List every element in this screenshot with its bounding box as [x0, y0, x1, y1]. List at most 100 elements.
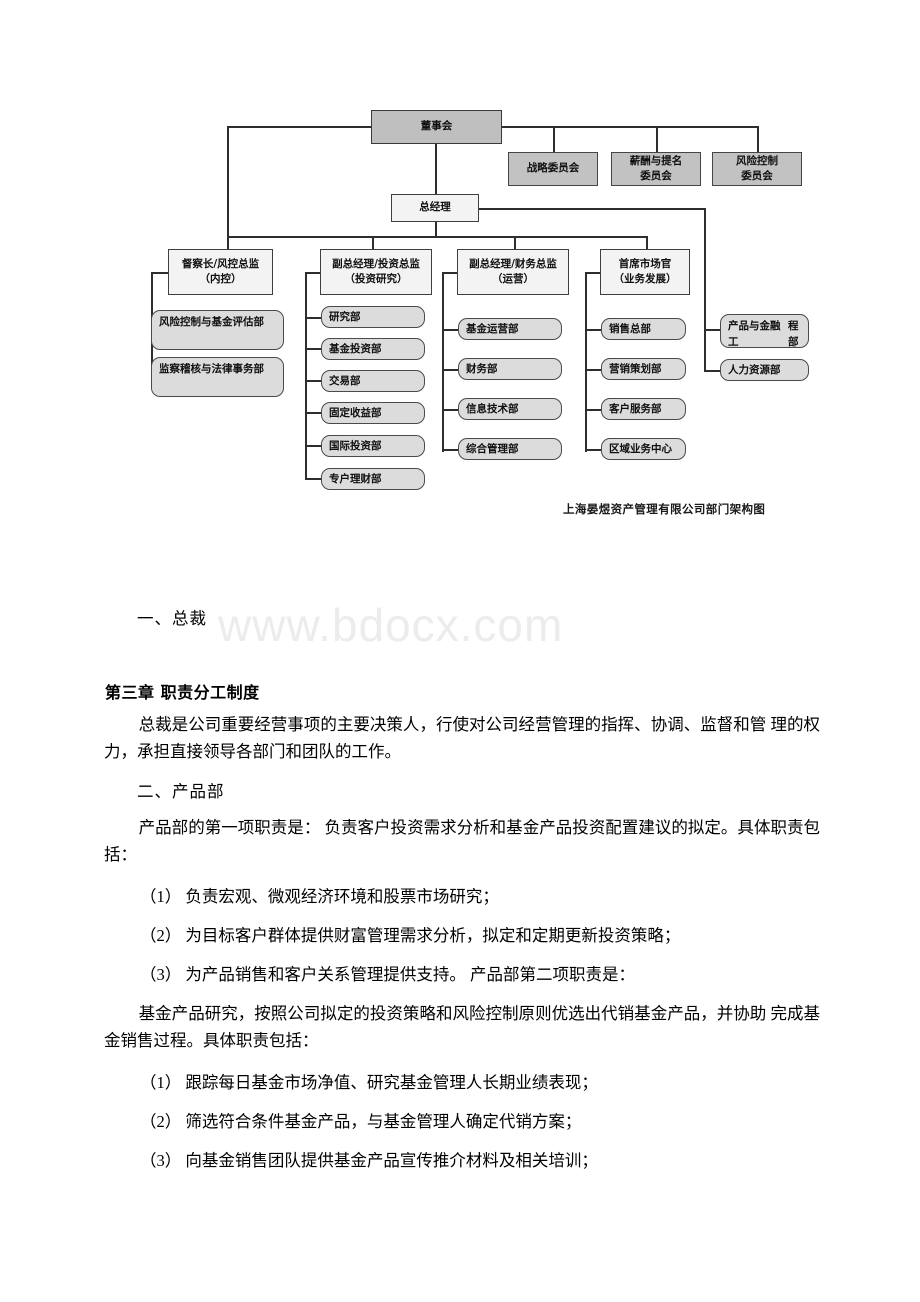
- node-manager-finance-operations[interactable]: 副总经理/财务总监 （运营）: [457, 249, 569, 295]
- c4-dept2-line1: 营销策划部: [609, 362, 662, 375]
- heading-section-two: 二、产品部: [137, 782, 225, 801]
- manager-3-line2: （运营）: [492, 273, 534, 285]
- c4-dept4-line1: 区域业务中心: [609, 442, 672, 455]
- stub-c1-parent: [151, 272, 169, 274]
- connector-manager-1: [227, 236, 229, 249]
- node-dept-risk-control-fund-evaluation[interactable]: 风险控制与基金评估 部: [151, 310, 284, 350]
- node-dept-finance[interactable]: 财务部: [458, 358, 562, 380]
- paragraph-product-dept-duty-one: 产品部的第一项职责是： 负责客户投资需求分析和基金产品投资配置建议的拟定。具体职…: [104, 815, 820, 868]
- node-dept-sales-headquarters[interactable]: 销售总部: [601, 318, 686, 340]
- paragraph-president-duties-text: 总裁是公司重要经营事项的主要决策人，行使对公司经营管理的指挥、协调、监督和管 理…: [104, 715, 820, 761]
- manager-1-line1: 督察长/风控总监: [181, 257, 260, 270]
- stub-c2-dept-5: [305, 445, 321, 447]
- connector-manager-3: [514, 236, 516, 249]
- stub-c3-dept-1: [442, 329, 458, 331]
- manager-2-line2: （投资研究）: [344, 273, 408, 285]
- stub-c4-dept-3: [585, 409, 601, 411]
- connector-board-left-v: [227, 126, 229, 236]
- connector-gm-stem: [435, 221, 437, 236]
- node-dept-research[interactable]: 研究部: [321, 306, 425, 328]
- list-item-2-2: （2） 筛选符合条件基金产品，与基金管理人确定代销方案；: [140, 1112, 582, 1131]
- c3-dept1-line1: 基金运营部: [466, 322, 519, 335]
- stub-c2-dept-1: [305, 317, 321, 319]
- paragraph-president-duties: 总裁是公司重要经营事项的主要决策人，行使对公司经营管理的指挥、协调、监督和管 理…: [104, 712, 820, 765]
- stub-c4-dept-1: [585, 329, 601, 331]
- stub-c4-dept-4: [585, 449, 601, 451]
- node-dept-customer-service[interactable]: 客户服务部: [601, 398, 686, 420]
- c1-dept1-line2: 部: [253, 316, 265, 328]
- watermark: www.bdocx.com: [218, 599, 564, 651]
- spine-column-2: [305, 272, 307, 478]
- node-dept-trading[interactable]: 交易部: [321, 370, 425, 392]
- c3-dept3-line1: 信息技术部: [466, 402, 519, 415]
- connector-manager-2: [372, 236, 374, 249]
- node-manager-investment[interactable]: 副总经理/投资总监 （投资研究）: [320, 249, 432, 295]
- node-dept-regional-business-center[interactable]: 区域业务中心: [601, 438, 686, 460]
- c5-dept2-line1: 人力资源部: [728, 363, 781, 376]
- stub-c2-parent: [305, 272, 321, 274]
- node-committee-risk-control[interactable]: 风险控制 委员会: [712, 152, 802, 186]
- manager-4-line2: （业务发展）: [613, 273, 677, 285]
- stub-c4-parent: [585, 272, 601, 274]
- connector-board-right-h: [500, 126, 758, 128]
- connector-gm-right-h: [478, 208, 705, 210]
- list-item-2-3: （3） 向基金销售团队提供基金产品宣传推介材料及相关培训；: [140, 1151, 598, 1170]
- list-item-1-2: （2） 为目标客户群体提供财富管理需求分析，拟定和定期更新投资策略；: [140, 926, 681, 945]
- stub-c2-dept-4: [305, 412, 321, 414]
- connector-manager-4: [646, 236, 648, 249]
- c2-dept1-line1: 研究部: [329, 310, 361, 323]
- stub-c3-parent: [442, 272, 458, 274]
- paragraph-product-dept-duty-one-text: 产品部的第一项职责是： 负责客户投资需求分析和基金产品投资配置建议的拟定。具体职…: [104, 818, 820, 864]
- node-dept-product-financial-engineering[interactable]: 产品与金融工 程部: [720, 314, 809, 348]
- committee-risk-line2: 委员会: [741, 170, 773, 182]
- stub-c2-dept-3: [305, 380, 321, 382]
- stub-c2-dept-2: [305, 348, 321, 350]
- c3-dept4-line1: 综合管理部: [466, 442, 519, 455]
- org-chart-figure: 董事会 战略委员会 薪酬与提名 委员会 风险控制 委员会 总经理 督察长/风控总…: [0, 0, 920, 540]
- node-dept-fixed-income[interactable]: 固定收益部: [321, 402, 425, 424]
- manager-3-line1: 副总经理/财务总监: [469, 257, 557, 270]
- node-general-manager[interactable]: 总经理: [391, 194, 479, 222]
- node-board-of-directors[interactable]: 董事会: [371, 110, 502, 144]
- c3-dept2-line1: 财务部: [466, 362, 498, 375]
- stub-c3-dept-4: [442, 449, 458, 451]
- stub-c3-dept-2: [442, 369, 458, 371]
- node-dept-general-management[interactable]: 综合管理部: [458, 438, 562, 460]
- node-dept-human-resources[interactable]: 人力资源部: [720, 359, 809, 381]
- node-general-manager-label: 总经理: [419, 201, 451, 214]
- node-dept-fund-investment[interactable]: 基金投资部: [321, 338, 425, 360]
- heading-chapter-three: 第三章 职责分工制度: [105, 683, 260, 702]
- node-committee-strategy[interactable]: 战略委员会: [508, 152, 598, 186]
- node-dept-separate-account[interactable]: 专户理财部: [321, 468, 425, 490]
- c2-dept4-line1: 固定收益部: [329, 406, 382, 419]
- committee-strategy-line1: 战略委员会: [526, 162, 580, 175]
- node-dept-supervision-legal[interactable]: 监察稽核与法律事务 部: [151, 357, 284, 397]
- c2-dept2-line1: 基金投资部: [329, 342, 382, 355]
- node-manager-chief-market-officer[interactable]: 首席市场官 （业务发展）: [600, 249, 690, 295]
- node-dept-international-investment[interactable]: 国际投资部: [321, 435, 425, 457]
- c1-dept1-line1: 风险控制与基金评估: [159, 316, 254, 328]
- paragraph-product-dept-duty-two-text: 基金产品研究，按照公司拟定的投资策略和风险控制原则优选出代销基金产品，并协助 完…: [104, 1004, 820, 1050]
- c2-dept5-line1: 国际投资部: [329, 439, 382, 452]
- node-dept-fund-operations[interactable]: 基金运营部: [458, 318, 562, 340]
- spine-column-5: [704, 312, 706, 370]
- list-item-2-1: （1） 跟踪每日基金市场净值、研究基金管理人长期业绩表现；: [140, 1073, 598, 1092]
- paragraph-product-dept-duty-two: 基金产品研究，按照公司拟定的投资策略和风险控制原则优选出代销基金产品，并协助 完…: [104, 1001, 820, 1054]
- manager-4-line1: 首席市场官: [618, 257, 672, 270]
- node-dept-marketing-planning[interactable]: 营销策划部: [601, 358, 686, 380]
- c2-dept3-line1: 交易部: [329, 374, 361, 387]
- node-committee-compensation-nomination[interactable]: 薪酬与提名 委员会: [611, 152, 701, 186]
- org-chart-caption: 上海晏煜资产管理有限公司部门架构图: [563, 502, 766, 516]
- stub-c5-dept-2: [704, 370, 720, 372]
- connector-board-to-gm: [435, 143, 437, 194]
- heading-section-one: 一、总裁: [137, 609, 207, 628]
- c1-dept2-line2: 部: [253, 363, 265, 375]
- list-item-1-3: （3） 为产品销售和客户关系管理提供支持。 产品部第二项职责是：: [140, 965, 635, 984]
- committee-compensation-line2: 委员会: [640, 170, 672, 182]
- c1-dept2-line1: 监察稽核与法律事务: [159, 363, 254, 375]
- node-dept-information-technology[interactable]: 信息技术部: [458, 398, 562, 420]
- node-manager-compliance-risk[interactable]: 督察长/风控总监 （内控）: [168, 249, 273, 295]
- stub-c5-dept-1: [704, 329, 720, 331]
- stub-c2-dept-6: [305, 478, 321, 480]
- manager-1-line2: （内控）: [199, 273, 242, 285]
